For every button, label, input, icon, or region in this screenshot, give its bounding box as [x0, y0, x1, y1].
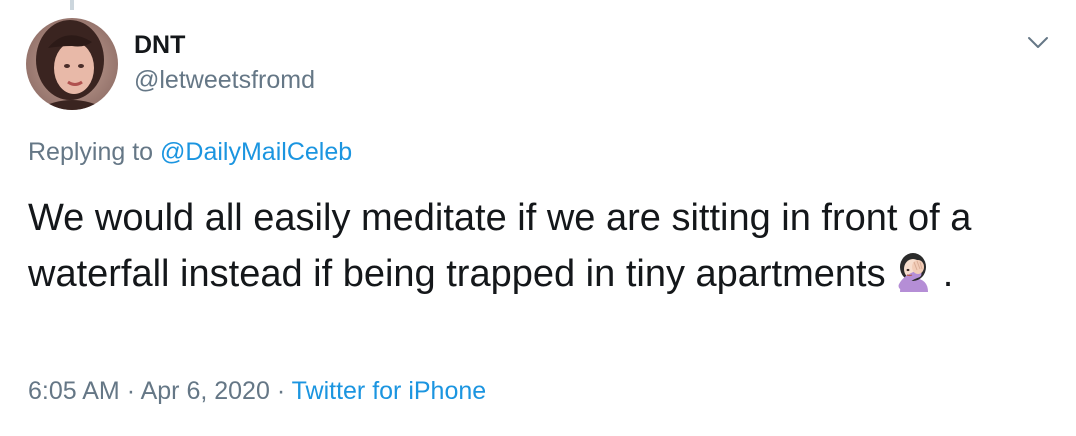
- tweet-time[interactable]: 6:05 AM: [28, 377, 120, 405]
- author-display-name[interactable]: DNT: [134, 30, 315, 60]
- meta-separator: ·: [126, 377, 136, 405]
- thread-connector-line: [70, 0, 74, 10]
- tweet-text: We would all easily meditate if we are s…: [28, 190, 1048, 302]
- tweet-body: We would all easily meditate if we are s…: [28, 197, 972, 295]
- tweet-source-link[interactable]: Twitter for iPhone: [292, 377, 487, 405]
- replying-to-label: Replying to: [28, 138, 154, 166]
- tweet-author[interactable]: DNT @letweetsfromd: [134, 30, 315, 95]
- tweet-date[interactable]: Apr 6, 2020: [141, 377, 270, 405]
- avatar[interactable]: [26, 18, 118, 110]
- reply-mention-link[interactable]: @DailyMailCeleb: [160, 138, 352, 166]
- tweet-metadata: 6:05 AM · Apr 6, 2020 · Twitter for iPho…: [28, 376, 486, 406]
- meta-separator-2: ·: [276, 377, 286, 405]
- chevron-down-icon[interactable]: [1026, 32, 1050, 52]
- tweet-text-end: .: [942, 253, 954, 295]
- author-handle[interactable]: @letweetsfromd: [134, 65, 315, 95]
- woman-facepalming-icon: [896, 252, 932, 292]
- replying-to-line: Replying to @DailyMailCeleb: [28, 137, 352, 167]
